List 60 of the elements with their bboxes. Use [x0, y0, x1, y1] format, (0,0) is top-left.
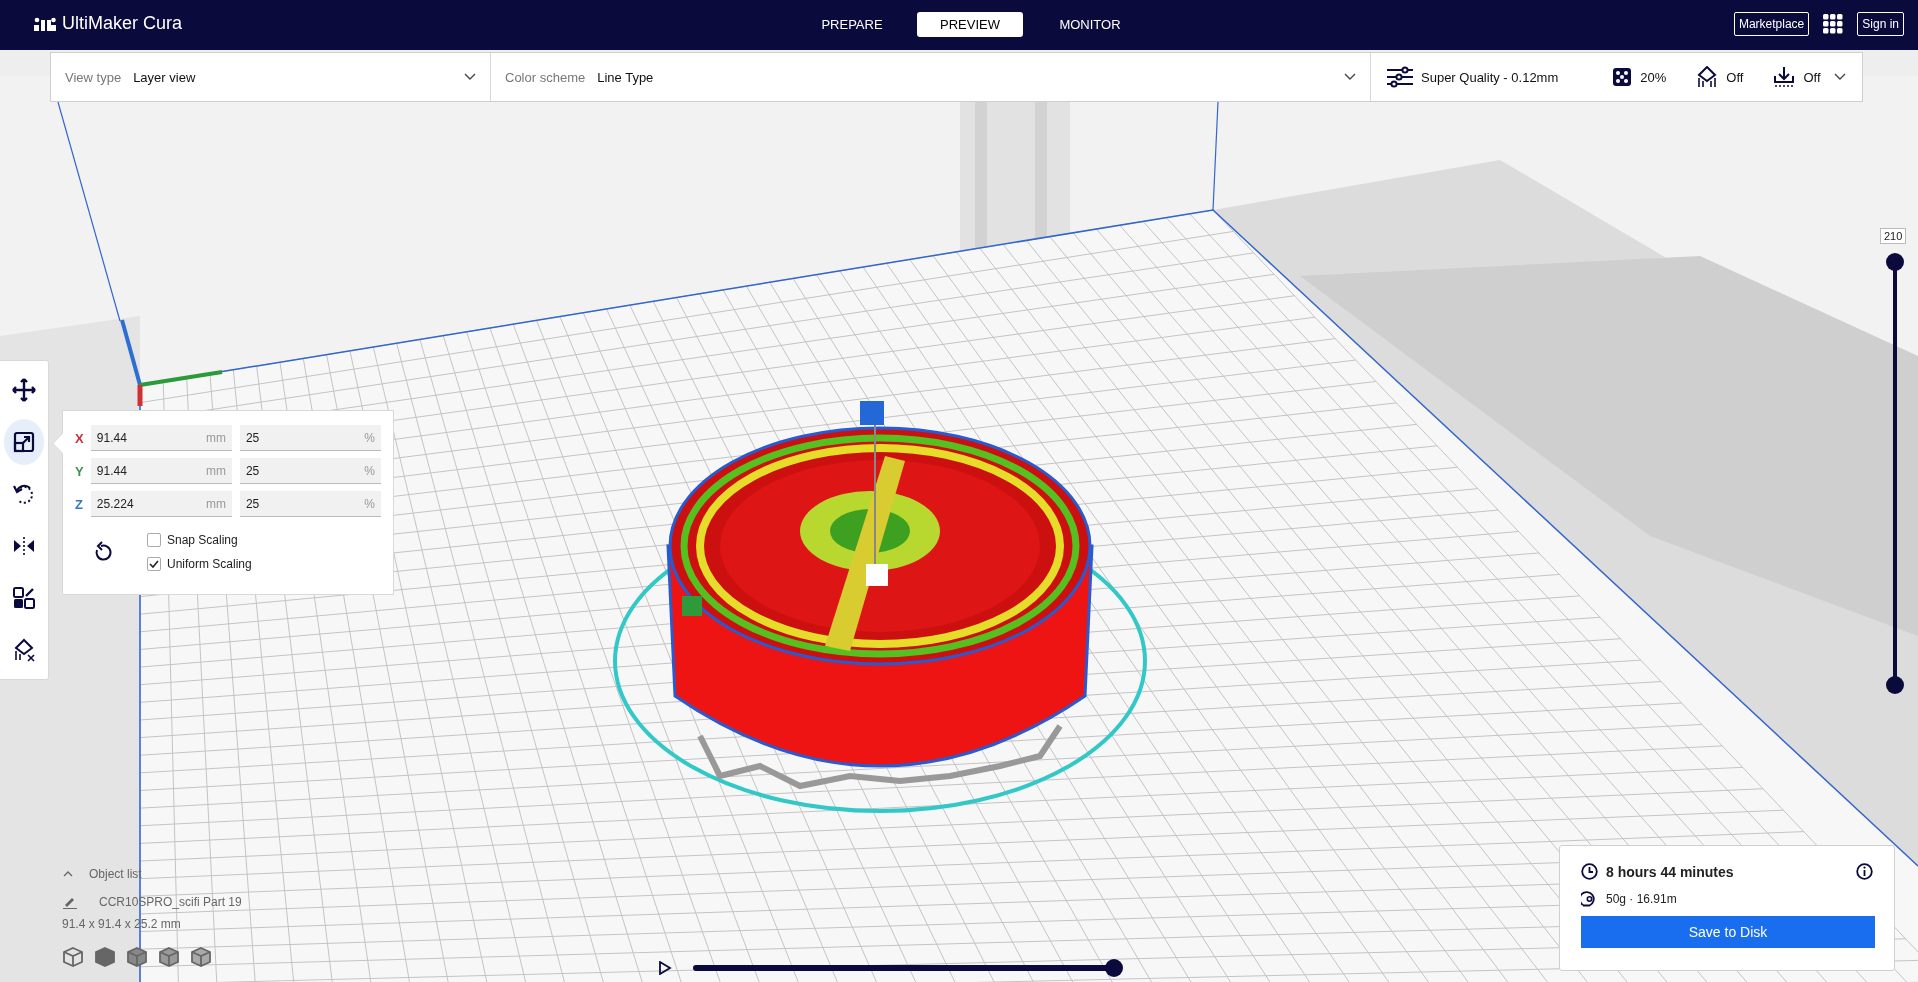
apps-grid-icon[interactable]: [1823, 14, 1844, 34]
profile-name: Super Quality - 0.12mm: [1421, 69, 1559, 85]
percent-field[interactable]: 25 %: [239, 425, 381, 451]
color-scheme-dropdown[interactable]: Color scheme Line Type: [491, 53, 1371, 101]
layer-slider[interactable]: [1886, 253, 1904, 694]
field-label: Color scheme: [505, 69, 586, 85]
support-value: Off: [1726, 69, 1744, 85]
pencil-icon[interactable]: [63, 895, 77, 909]
checkbox[interactable]: [147, 557, 161, 571]
axis-label: Y: [75, 463, 85, 479]
axis-label: Z: [75, 496, 84, 512]
checkbox-label: Snap Scaling: [167, 533, 238, 547]
clock-icon: [1581, 863, 1598, 880]
layer-number: 210: [1880, 228, 1907, 244]
sliders-icon: [1387, 66, 1413, 88]
adhesion-icon: [1773, 66, 1796, 88]
dropdown-value: Layer view: [133, 69, 197, 85]
chevron-down-icon: [1344, 73, 1356, 81]
reset-icon[interactable]: [93, 541, 113, 563]
logo-icon: [34, 15, 56, 32]
adhesion-value: Off: [1803, 69, 1822, 85]
material-usage: 50g · 16.91m: [1606, 891, 1677, 906]
rotate-icon: [12, 482, 36, 506]
support-blocker-icon: [12, 638, 36, 662]
3d-view-cube-icon[interactable]: [63, 947, 83, 967]
view-type-dropdown[interactable]: View type Layer view: [51, 53, 491, 101]
size-field[interactable]: 91.44 mm: [90, 425, 232, 451]
dropdown-value: Line Type: [597, 69, 655, 85]
stage-tab[interactable]: PREPARE: [799, 12, 905, 37]
play-icon[interactable]: [658, 961, 672, 975]
scaling-checkbox[interactable]: Snap Scaling: [147, 533, 252, 547]
save-to-disk-button[interactable]: Save to Disk: [1581, 916, 1875, 948]
field-label: View type: [65, 69, 122, 85]
axis-label: X: [75, 430, 85, 446]
filament-spool-icon: [1581, 890, 1598, 907]
size-field[interactable]: 91.44 mm: [90, 458, 232, 484]
infill-value: 20%: [1640, 69, 1667, 85]
mirror-icon: [12, 534, 36, 558]
stage-tab[interactable]: MONITOR: [1037, 12, 1143, 37]
print-time: 8 hours 44 minutes: [1606, 863, 1735, 880]
app-title: UltiMaker Cura: [62, 13, 183, 34]
scale-icon: [12, 430, 36, 454]
chevron-down-icon: [1834, 73, 1846, 81]
checkbox[interactable]: [147, 533, 161, 547]
infill-icon: [1612, 67, 1633, 87]
size-field[interactable]: 25.224 mm: [90, 491, 232, 517]
per-model-settings-icon: [12, 586, 36, 610]
support-icon: [1696, 66, 1719, 88]
scale-tool-button[interactable]: [4, 419, 44, 465]
marketplace-button[interactable]: Marketplace: [1733, 12, 1810, 36]
print-settings-dropdown[interactable]: Super Quality - 0.12mm 20% Off Off: [1371, 53, 1862, 101]
percent-field[interactable]: 25 %: [239, 458, 381, 484]
chevron-down-icon: [464, 73, 476, 81]
scaling-checkbox[interactable]: Uniform Scaling: [147, 557, 252, 571]
percent-field[interactable]: 25 %: [239, 491, 381, 517]
move-icon: [12, 378, 36, 402]
stage-tab[interactable]: PREVIEW: [917, 12, 1023, 37]
info-icon[interactable]: [1856, 863, 1873, 880]
checkbox-label: Uniform Scaling: [167, 557, 252, 571]
sign-in-button[interactable]: Sign in: [1857, 12, 1904, 36]
